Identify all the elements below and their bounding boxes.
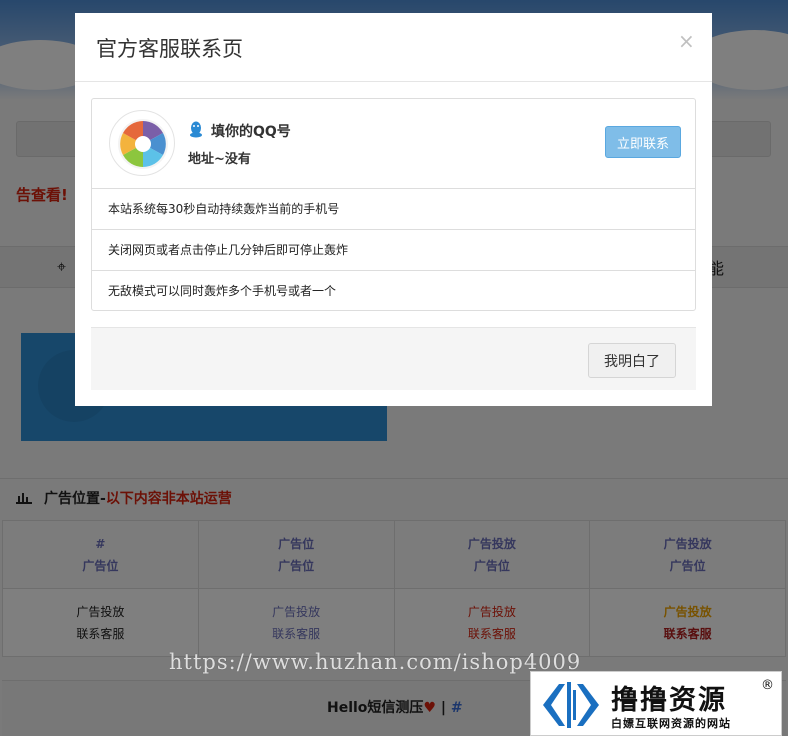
site-logo: 撸撸资源 ® 白嫖互联网资源的网站 xyxy=(530,671,782,736)
close-icon[interactable]: × xyxy=(678,29,695,53)
contact-panel: 填你的QQ号 地址~没有 立即联系 本站系统每30秒自动持续轰炸当前的手机号 关… xyxy=(91,98,696,311)
qq-penguin-icon xyxy=(188,121,204,142)
list-item: 本站系统每30秒自动持续轰炸当前的手机号 xyxy=(92,189,695,230)
logo-title: 撸撸资源 xyxy=(611,685,727,716)
modal-title: 官方客服联系页 xyxy=(96,37,243,61)
avatar xyxy=(109,110,175,176)
modal-header: 官方客服联系页 × xyxy=(75,13,712,82)
contact-now-button[interactable]: 立即联系 xyxy=(605,126,681,158)
modal-footer: 我明白了 xyxy=(91,327,696,390)
url-watermark: https://www.huzhan.com/ishop4009 xyxy=(169,650,582,674)
logo-subtitle: 白嫖互联网资源的网站 xyxy=(611,717,731,730)
contact-modal: 官方客服联系页 × 填你的QQ号 地址~没有 立即联系 本站系统每30秒自动持续… xyxy=(75,13,712,406)
profile-row: 填你的QQ号 地址~没有 立即联系 xyxy=(92,99,695,189)
qq-number: 填你的QQ号 xyxy=(211,124,291,140)
logo-mark-icon xyxy=(543,682,599,728)
registered-mark: ® xyxy=(761,678,774,693)
list-item: 无敌模式可以同时轰炸多个手机号或者一个 xyxy=(108,284,337,298)
address-text: 地址~没有 xyxy=(188,152,251,167)
list-item: 关闭网页或者点击停止几分钟后即可停止轰炸 xyxy=(92,230,695,271)
understood-button[interactable]: 我明白了 xyxy=(588,343,676,378)
